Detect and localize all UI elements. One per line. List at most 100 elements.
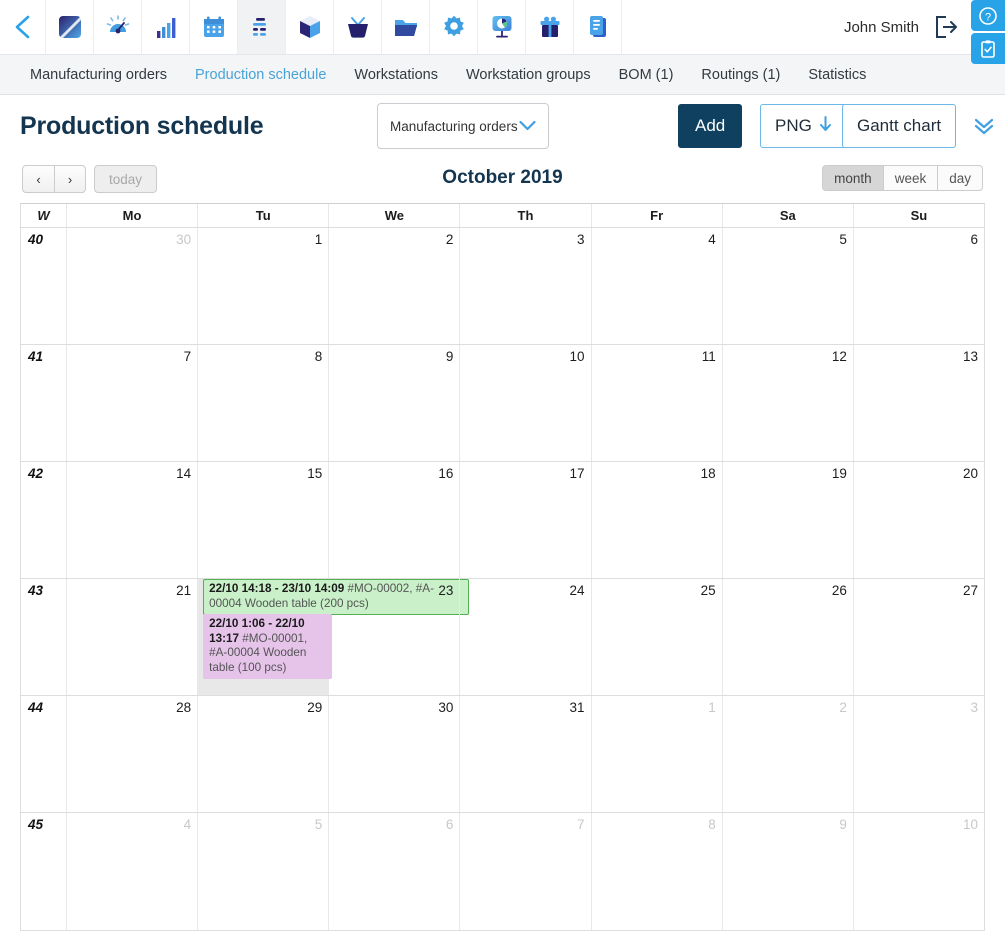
day-cell[interactable]: 8 bbox=[198, 345, 330, 461]
add-button[interactable]: Add bbox=[678, 104, 743, 148]
gear-icon[interactable] bbox=[430, 0, 478, 54]
dashboard-icon[interactable] bbox=[46, 0, 94, 54]
week-number: 42 bbox=[21, 462, 67, 578]
day-cell[interactable]: 29 bbox=[198, 696, 330, 812]
day-cell[interactable]: 31 bbox=[460, 696, 592, 812]
day-number: 10 bbox=[962, 817, 978, 832]
view-week-button[interactable]: week bbox=[883, 165, 939, 191]
basket-icon[interactable] bbox=[334, 0, 382, 54]
day-cell[interactable]: 10 bbox=[460, 345, 592, 461]
back-icon[interactable] bbox=[0, 0, 46, 54]
day-cell[interactable]: 10 bbox=[854, 813, 984, 930]
day-cell[interactable]: 5 bbox=[723, 228, 854, 344]
tab-bom[interactable]: BOM (1) bbox=[619, 67, 674, 83]
today-button[interactable]: today bbox=[94, 165, 158, 193]
calendar-icon[interactable] bbox=[190, 0, 238, 54]
day-cell[interactable]: 4 bbox=[592, 228, 723, 344]
header-thursday: Th bbox=[460, 204, 592, 227]
day-cell[interactable]: 8 bbox=[592, 813, 723, 930]
day-cell[interactable]: 9 bbox=[329, 345, 461, 461]
day-cell[interactable]: 19 bbox=[723, 462, 854, 578]
toolbar: Production schedule Manufacturing orders… bbox=[20, 95, 994, 157]
side-tab-strip: ? bbox=[971, 0, 1005, 64]
document-icon[interactable] bbox=[574, 0, 622, 54]
day-number: 9 bbox=[839, 817, 847, 832]
day-cell[interactable]: 16 bbox=[329, 462, 461, 578]
day-cell[interactable]: 2 bbox=[329, 228, 461, 344]
day-cell[interactable]: 23 bbox=[329, 579, 461, 695]
day-cell[interactable]: 21 bbox=[67, 579, 199, 695]
double-chevron-down-icon[interactable] bbox=[970, 117, 998, 142]
tab-production-schedule[interactable]: Production schedule bbox=[195, 67, 326, 83]
day-cell[interactable]: 30 bbox=[329, 696, 461, 812]
day-number: 21 bbox=[176, 583, 192, 598]
day-number: 8 bbox=[314, 349, 323, 364]
day-cell[interactable]: 15 bbox=[198, 462, 330, 578]
day-cell[interactable]: 1 bbox=[592, 696, 723, 812]
day-cell[interactable]: 2222/10 14:18 - 23/10 14:09 #MO-00002, #… bbox=[198, 579, 470, 695]
day-cell[interactable]: 3 bbox=[854, 696, 984, 812]
png-export-button[interactable]: PNG bbox=[760, 104, 847, 148]
folder-icon[interactable] bbox=[382, 0, 430, 54]
day-cell[interactable]: 30 bbox=[67, 228, 199, 344]
week-number: 45 bbox=[21, 813, 67, 930]
tab-manufacturing-orders[interactable]: Manufacturing orders bbox=[30, 67, 167, 83]
day-cell[interactable]: 5 bbox=[198, 813, 330, 930]
day-number: 7 bbox=[577, 817, 585, 832]
day-cell[interactable]: 4 bbox=[67, 813, 199, 930]
tab-routings[interactable]: Routings (1) bbox=[701, 67, 780, 83]
tab-workstations[interactable]: Workstations bbox=[354, 67, 438, 83]
day-cell[interactable]: 20 bbox=[854, 462, 984, 578]
day-cell[interactable]: 25 bbox=[592, 579, 723, 695]
day-number: 15 bbox=[307, 466, 323, 481]
calendar-event[interactable]: 22/10 1:06 - 22/10 13:17 #MO-00001, #A-0… bbox=[203, 614, 333, 679]
view-day-button[interactable]: day bbox=[938, 165, 983, 191]
help-icon[interactable]: ? bbox=[971, 0, 1005, 31]
day-number: 4 bbox=[708, 232, 716, 247]
day-cell[interactable]: 6 bbox=[854, 228, 984, 344]
day-cell[interactable]: 9 bbox=[723, 813, 854, 930]
day-number: 14 bbox=[176, 466, 192, 481]
week-number: 40 bbox=[21, 228, 67, 344]
header-saturday: Sa bbox=[723, 204, 854, 227]
tab-workstation-groups[interactable]: Workstation groups bbox=[466, 67, 591, 83]
day-cell[interactable]: 12 bbox=[723, 345, 854, 461]
day-cell[interactable]: 13 bbox=[854, 345, 984, 461]
header-sunday: Su bbox=[910, 208, 928, 223]
cube-icon[interactable] bbox=[286, 0, 334, 54]
gantt-chart-button[interactable]: Gantt chart bbox=[842, 104, 957, 148]
gauge-icon[interactable] bbox=[94, 0, 142, 54]
day-cell[interactable]: 7 bbox=[460, 813, 592, 930]
gift-icon[interactable] bbox=[526, 0, 574, 54]
day-cell[interactable]: 18 bbox=[592, 462, 723, 578]
day-cell[interactable]: 2 bbox=[723, 696, 854, 812]
event-time: 22/10 14:18 - 23/10 14:09 bbox=[209, 582, 345, 595]
day-cell[interactable]: 26 bbox=[723, 579, 854, 695]
bar-chart-icon[interactable] bbox=[142, 0, 190, 54]
day-number: 17 bbox=[569, 466, 585, 481]
clipboard-check-icon[interactable] bbox=[971, 33, 1005, 64]
day-number: 30 bbox=[438, 700, 454, 715]
pie-chart-icon[interactable] bbox=[478, 0, 526, 54]
day-cell[interactable]: 6 bbox=[329, 813, 461, 930]
day-cell[interactable]: 27 bbox=[854, 579, 984, 695]
view-month-button[interactable]: month bbox=[822, 165, 884, 191]
production-schedule-icon[interactable] bbox=[238, 0, 286, 54]
tab-statistics[interactable]: Statistics bbox=[808, 67, 866, 83]
week-number: 43 bbox=[21, 579, 67, 695]
day-cell[interactable]: 28 bbox=[67, 696, 199, 812]
day-number: 24 bbox=[569, 583, 585, 598]
logout-icon[interactable] bbox=[933, 15, 959, 39]
day-cell[interactable]: 1 bbox=[198, 228, 330, 344]
next-month-button[interactable]: › bbox=[54, 165, 86, 193]
day-cell[interactable]: 3 bbox=[460, 228, 592, 344]
day-cell[interactable]: 11 bbox=[592, 345, 723, 461]
entity-select[interactable]: Manufacturing orders bbox=[377, 103, 549, 149]
day-cell[interactable]: 24 bbox=[460, 579, 592, 695]
day-number: 1 bbox=[314, 232, 323, 247]
day-cell[interactable]: 17 bbox=[460, 462, 592, 578]
day-number: 11 bbox=[701, 349, 716, 364]
day-cell[interactable]: 7 bbox=[67, 345, 199, 461]
prev-month-button[interactable]: ‹ bbox=[22, 165, 54, 193]
day-cell[interactable]: 14 bbox=[67, 462, 199, 578]
